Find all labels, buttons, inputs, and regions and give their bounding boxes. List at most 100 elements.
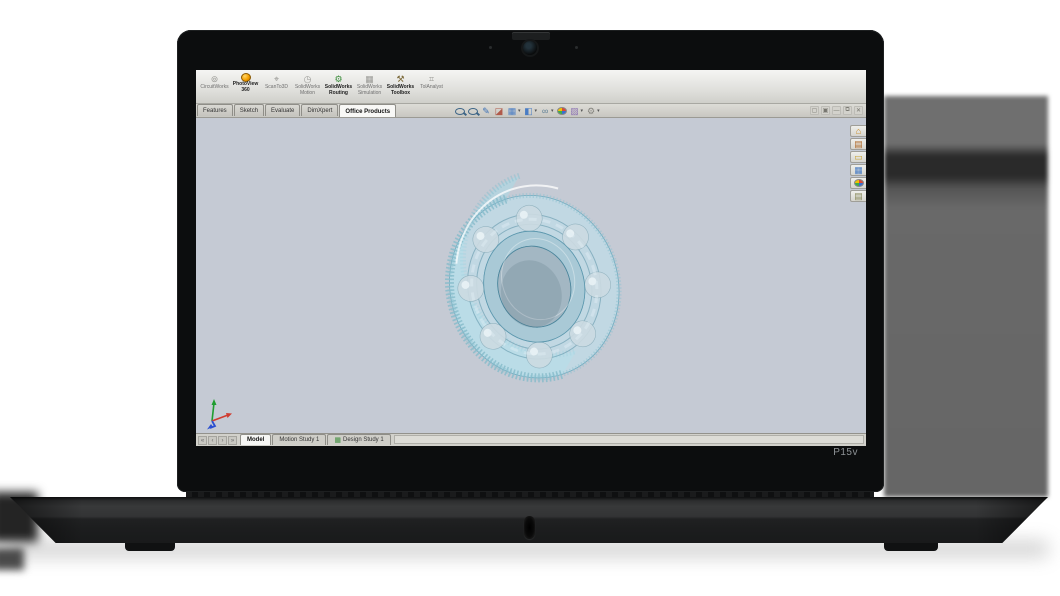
view-palette-tab[interactable]: ▦ xyxy=(850,164,866,176)
sheet-scroll-1[interactable]: ‹ xyxy=(208,436,217,445)
orientation-triad xyxy=(205,395,235,431)
design-study-icon: ▦ xyxy=(334,437,341,444)
addin-label: SolidWorks Toolbox xyxy=(387,85,414,97)
doc-close-button[interactable]: ✕ xyxy=(854,106,863,115)
laptop-shadow-left-2 xyxy=(0,548,24,570)
addin-label: PhotoView 360 xyxy=(233,82,258,94)
zoom-to-fit[interactable] xyxy=(454,105,466,117)
document-window-controls: ▢▣—⧉✕ xyxy=(810,106,863,115)
section-view-icon: ◪ xyxy=(494,105,504,117)
hide-show-items-caret: ▾ xyxy=(551,108,554,114)
sheet-scroll-2[interactable]: › xyxy=(218,436,227,445)
previous-view-icon: ✎ xyxy=(481,105,491,117)
display-style[interactable]: ◧▾ xyxy=(523,105,539,117)
addin-solidworks-motion[interactable]: ◷SolidWorks Motion xyxy=(292,72,323,97)
doc-restore-button[interactable]: ▢ xyxy=(810,106,819,115)
doc-cascade-button[interactable]: ⧉ xyxy=(843,106,852,115)
view-orientation-icon: ▦ xyxy=(507,105,517,117)
addins-toolbar: ⊚CircuitWorksPhotoView 360⌖ScanTo3D◷Soli… xyxy=(196,70,866,104)
section-view[interactable]: ◪ xyxy=(493,105,505,117)
addin-label: TolAnalyst xyxy=(420,85,443,91)
custom-properties-icon: ▤ xyxy=(854,190,864,202)
rubber-foot-right xyxy=(884,542,938,551)
lid-opening-notch xyxy=(524,516,535,539)
addin-label: CircuitWorks xyxy=(200,85,228,91)
tab-motion-study-1[interactable]: Motion Study 1 xyxy=(272,434,326,445)
zoom-to-fit-icon xyxy=(455,108,465,115)
rubber-foot-left xyxy=(125,542,175,551)
previous-view[interactable]: ✎ xyxy=(480,105,492,117)
tab-design-study-1[interactable]: ▦Design Study 1 xyxy=(327,434,390,445)
zoom-to-area-icon xyxy=(468,108,478,115)
tab-evaluate[interactable]: Evaluate xyxy=(265,104,300,116)
study-tab-label: Model xyxy=(247,437,264,443)
study-tab-label: Design Study 1 xyxy=(343,437,384,443)
horizontal-scroll-strip[interactable] xyxy=(394,435,864,444)
apply-scene-icon: ▨ xyxy=(570,105,580,117)
addin-tolanalyst[interactable]: ⌗TolAnalyst xyxy=(416,72,447,91)
laptop-shadow-right xyxy=(884,96,1048,497)
design-library-icon: ▤ xyxy=(854,138,864,150)
addin-solidworks-simulation[interactable]: ▦SolidWorks Simulation xyxy=(354,72,385,97)
laptop-lid: P15v ⊚CircuitWorksPhotoView 360⌖ScanTo3D… xyxy=(177,30,884,492)
sheet-tab-scroll-buttons: «‹›» xyxy=(198,436,237,445)
command-manager-row: FeaturesSketchEvaluateDimXpertOffice Pro… xyxy=(196,104,866,118)
microphone-dot-left xyxy=(489,46,492,49)
study-tab-label: Motion Study 1 xyxy=(279,437,319,443)
command-manager-tabs: FeaturesSketchEvaluateDimXpertOffice Pro… xyxy=(197,104,397,117)
addin-label: SolidWorks Simulation xyxy=(357,85,382,97)
custom-properties-tab[interactable]: ▤ xyxy=(850,190,866,202)
doc-minimize-button[interactable]: — xyxy=(832,106,841,115)
view-settings-caret: ▾ xyxy=(597,108,600,114)
webcam xyxy=(523,41,537,55)
task-pane-tabs: ⌂▤▭▦▤ xyxy=(850,125,866,202)
addin-label: SolidWorks Motion xyxy=(295,85,320,97)
heads-up-view-toolbar: ✎◪▦▾◧▾∞▾▨▾⚙▾ xyxy=(454,105,601,117)
tab-features[interactable]: Features xyxy=(197,104,233,116)
view-orientation[interactable]: ▦▾ xyxy=(506,105,522,117)
file-explorer-icon: ▭ xyxy=(854,151,864,163)
addin-photoview-360[interactable]: PhotoView 360 xyxy=(230,72,261,94)
hide-show-items[interactable]: ∞▾ xyxy=(539,105,555,117)
bottom-tab-bar: «‹›» Model Motion Study 1 ▦Design Study 1 xyxy=(196,433,866,446)
tab-sketch[interactable]: Sketch xyxy=(234,104,264,116)
tab-office-products[interactable]: Office Products xyxy=(339,104,396,117)
study-tabs: Model Motion Study 1 ▦Design Study 1 xyxy=(240,434,392,445)
view-palette-icon: ▦ xyxy=(854,164,864,176)
addin-circuitworks[interactable]: ⊚CircuitWorks xyxy=(199,72,230,91)
view-settings-icon: ⚙ xyxy=(586,105,596,117)
hide-show-items-icon: ∞ xyxy=(540,105,550,117)
sheet-scroll-0[interactable]: « xyxy=(198,436,207,445)
ball-bearing-model[interactable] xyxy=(434,163,648,388)
microphone-dot-right xyxy=(575,46,578,49)
graphics-viewport[interactable]: ⌂▤▭▦▤ xyxy=(196,118,866,433)
solidworks-resources-tab[interactable]: ⌂ xyxy=(850,125,866,137)
zoom-to-area[interactable] xyxy=(467,105,479,117)
addin-solidworks-routing[interactable]: ⚙SolidWorks Routing xyxy=(323,72,354,97)
laptop-base xyxy=(10,497,1048,543)
display-style-icon: ◧ xyxy=(524,105,534,117)
view-settings[interactable]: ⚙▾ xyxy=(585,105,601,117)
model-badge: P15v xyxy=(833,447,858,458)
webcam-privacy-shutter xyxy=(512,32,550,40)
edit-appearance-icon xyxy=(557,107,567,115)
design-library-tab[interactable]: ▤ xyxy=(850,138,866,150)
solidworks-resources-icon: ⌂ xyxy=(854,125,864,137)
appearances-scenes-tab[interactable] xyxy=(850,177,866,189)
apply-scene-caret: ▾ xyxy=(581,108,584,114)
addin-label: ScanTo3D xyxy=(265,85,288,91)
apply-scene[interactable]: ▨▾ xyxy=(569,105,585,117)
sheet-scroll-3[interactable]: » xyxy=(228,436,237,445)
display-screen: ⊚CircuitWorksPhotoView 360⌖ScanTo3D◷Soli… xyxy=(196,70,866,446)
addin-solidworks-toolbox[interactable]: ⚒SolidWorks Toolbox xyxy=(385,72,416,97)
display-style-caret: ▾ xyxy=(535,108,538,114)
appearances-scenes-icon xyxy=(854,179,864,187)
tab-model[interactable]: Model xyxy=(240,434,271,445)
addin-label: SolidWorks Routing xyxy=(325,85,352,97)
view-orientation-caret: ▾ xyxy=(518,108,521,114)
addin-scanto3d[interactable]: ⌖ScanTo3D xyxy=(261,72,292,91)
doc-maximize-button[interactable]: ▣ xyxy=(821,106,830,115)
tab-dimxpert[interactable]: DimXpert xyxy=(301,104,338,116)
edit-appearance[interactable] xyxy=(556,105,568,117)
file-explorer-tab[interactable]: ▭ xyxy=(850,151,866,163)
